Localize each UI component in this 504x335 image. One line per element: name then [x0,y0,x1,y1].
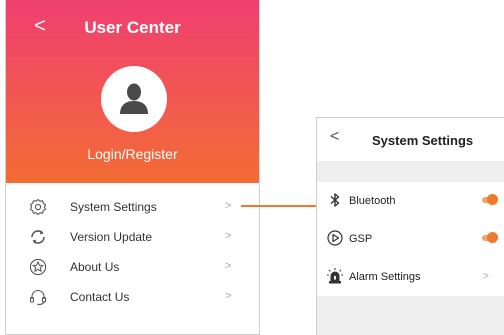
menu-item-version-update[interactable]: Version Update > [6,222,259,252]
alarm-siren-icon [327,268,343,284]
page-title: System Settings [372,133,474,148]
menu-item-label: Version Update [70,230,153,244]
settings-item-gsp[interactable]: GSP [317,220,504,258]
play-circle-icon [327,230,343,246]
menu-item-label: System Settings [70,200,157,214]
menu-item-label: Contact Us [70,290,130,304]
system-settings-header: < System Settings [317,118,504,161]
chevron-right-icon: > [225,230,232,242]
star-icon [29,258,47,276]
user-center-header: < User Center Login/Register [6,0,259,183]
toggle-knob [487,232,498,243]
user-silhouette-icon [120,83,148,114]
bluetooth-icon [330,193,340,207]
settings-item-label: Alarm Settings [349,271,421,283]
headset-icon [29,289,47,306]
page-title: User Center [84,18,181,37]
connector-line [241,205,317,207]
menu-item-label: About Us [70,260,120,274]
menu-item-system-settings[interactable]: System Settings > [6,192,259,222]
chevron-right-icon: > [483,271,489,282]
avatar[interactable] [101,66,167,132]
toggle-knob [487,194,498,205]
login-register-link[interactable]: Login/Register [6,146,259,162]
settings-item-label: GSP [349,233,373,245]
settings-item-label: Bluetooth [349,195,396,207]
chevron-right-icon: > [225,200,232,212]
chevron-right-icon: > [225,290,232,302]
system-settings-screen: < System Settings Bluetooth GSP Alarm Se… [316,117,504,335]
settings-item-alarm[interactable]: Alarm Settings > [317,258,504,296]
settings-list: Bluetooth GSP Alarm Settings > [317,182,504,296]
menu-item-about-us[interactable]: About Us > [6,252,259,282]
user-center-menu: System Settings > Version Update > About… [6,192,259,312]
settings-item-bluetooth[interactable]: Bluetooth [317,182,504,220]
bluetooth-toggle[interactable] [482,194,498,206]
refresh-icon [31,230,45,244]
menu-item-contact-us[interactable]: Contact Us > [6,282,259,312]
chevron-right-icon: > [225,260,232,272]
gear-icon [29,198,47,216]
user-center-screen: < User Center Login/Register System Sett… [5,0,260,335]
back-button[interactable]: < [330,128,339,146]
gsp-toggle[interactable] [482,232,498,244]
